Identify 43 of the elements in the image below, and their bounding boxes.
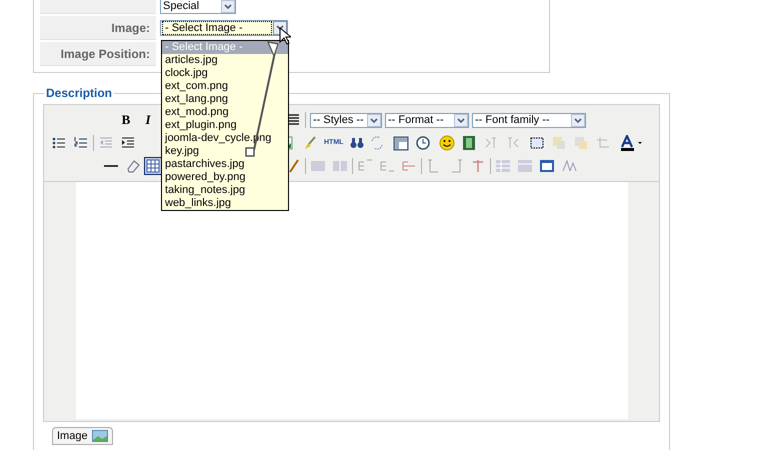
- table-row-icon[interactable]: [495, 158, 511, 174]
- dropdown-option[interactable]: ext_lang.png: [162, 93, 288, 106]
- window-icon[interactable]: [539, 158, 555, 174]
- binoculars-icon[interactable]: [349, 135, 366, 151]
- right-to-left-icon[interactable]: [505, 135, 522, 151]
- eraser-icon[interactable]: [125, 158, 141, 174]
- smiley-icon[interactable]: [439, 135, 456, 151]
- dropdown-option[interactable]: articles.jpg: [162, 54, 288, 67]
- dropdown-arrow-icon: [221, 0, 235, 12]
- dropdown-option[interactable]: ext_mod.png: [162, 106, 288, 119]
- styles-select[interactable]: -- Styles --: [310, 112, 382, 128]
- dropdown-option[interactable]: powered_by.png: [162, 171, 288, 184]
- italic-button[interactable]: I: [141, 110, 155, 130]
- clock-icon[interactable]: [415, 135, 432, 151]
- image-button[interactable]: Image: [52, 427, 113, 445]
- field-label: Image Position:: [40, 42, 156, 66]
- select-field[interactable]: Special: [160, 0, 236, 14]
- dropdown-option[interactable]: pastarchives.jpg: [162, 158, 288, 171]
- delete-column-icon[interactable]: [470, 158, 486, 174]
- visual-aid-icon[interactable]: [529, 135, 546, 151]
- calendar-icon[interactable]: [393, 135, 410, 151]
- dropdown-option[interactable]: ext_plugin.png: [162, 119, 288, 132]
- field-label: Image:: [40, 16, 156, 40]
- dropdown-option[interactable]: key.jpg: [162, 145, 288, 158]
- table-button[interactable]: [144, 157, 162, 175]
- dropdown-option[interactable]: clock.jpg: [162, 67, 288, 80]
- film-icon[interactable]: [461, 135, 478, 151]
- dropdown-option[interactable]: taking_notes.jpg: [162, 184, 288, 197]
- split-cells-icon[interactable]: [332, 158, 348, 174]
- dropdown-option[interactable]: ext_com.png: [162, 80, 288, 93]
- bullet-list-icon[interactable]: [51, 135, 67, 151]
- bold-button[interactable]: B: [119, 110, 133, 130]
- image-select[interactable]: - Select Image -: [160, 20, 288, 36]
- image-icon: [92, 430, 108, 442]
- text-color-icon[interactable]: [619, 135, 644, 151]
- section-legend: Description: [44, 84, 114, 102]
- dropdown-option[interactable]: web_links.jpg: [162, 197, 288, 210]
- font-family-select[interactable]: -- Font family --: [472, 112, 586, 128]
- brush-icon[interactable]: [302, 135, 318, 151]
- format-select[interactable]: -- Format --: [385, 112, 469, 128]
- table-icon: [146, 159, 160, 173]
- table-cell-icon[interactable]: [517, 158, 533, 174]
- merge-cells-icon[interactable]: [310, 158, 326, 174]
